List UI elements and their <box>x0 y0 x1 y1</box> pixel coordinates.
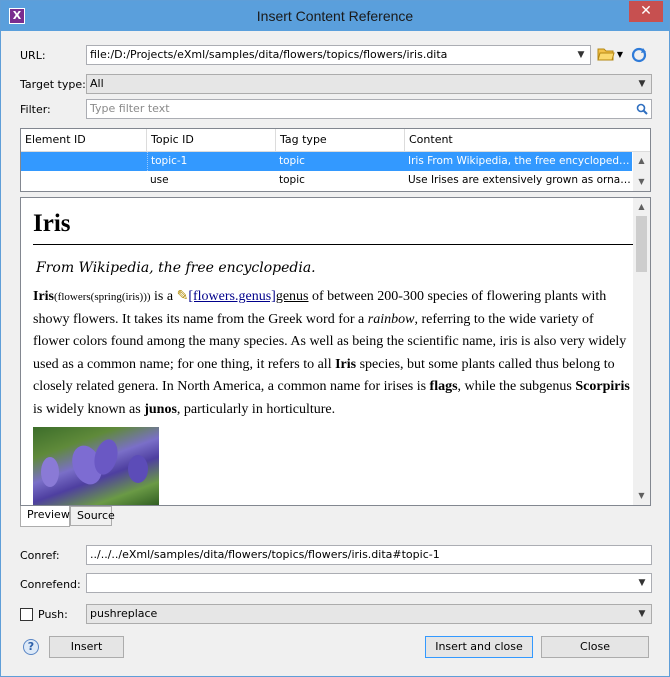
scroll-up-icon[interactable]: ▲ <box>633 152 650 169</box>
target-type-value: All <box>90 77 104 90</box>
conref-pencil-icon: ✎ <box>176 289 189 304</box>
cell-topic-id: use <box>150 174 169 186</box>
filter-input[interactable]: Type filter text <box>86 99 652 119</box>
scroll-up-icon[interactable]: ▲ <box>633 198 650 215</box>
browse-dropdown-icon[interactable]: ▼ <box>615 46 625 64</box>
conref-label: Conref: <box>20 549 60 562</box>
text-run: is widely known as <box>33 401 145 417</box>
conref-link[interactable]: [flowers.genus] <box>188 289 275 304</box>
tab-preview[interactable]: Preview <box>20 506 70 527</box>
column-header-element-id[interactable]: Element ID <box>21 129 147 151</box>
cell-topic-id: topic-1 <box>147 152 276 171</box>
insert-and-close-button[interactable]: Insert and close <box>425 636 533 658</box>
close-window-button[interactable]: ✕ <box>629 1 663 22</box>
url-combo[interactable]: file:/D:/Projects/eXml/samples/dita/flow… <box>86 45 591 65</box>
preview-title: Iris <box>33 206 633 245</box>
cell-tag-type: topic <box>279 174 305 186</box>
refresh-icon[interactable] <box>630 46 648 64</box>
chevron-down-icon[interactable]: ▼ <box>635 574 649 592</box>
genus-link[interactable]: genus <box>276 289 309 304</box>
iris-flower-image <box>33 427 159 505</box>
chevron-down-icon: ▼ <box>638 79 646 89</box>
term-iris: Iris <box>33 289 54 304</box>
text-run: , while the subgenus <box>457 379 576 394</box>
text-rainbow: rainbow <box>367 311 415 327</box>
text-run: , particularly in horticulture. <box>176 401 336 417</box>
conref-field[interactable]: ../../../eXml/samples/dita/flowers/topic… <box>86 545 652 565</box>
column-header-content[interactable]: Content <box>405 129 632 151</box>
preview-pane: Iris From Wikipedia, the free encycloped… <box>20 197 651 506</box>
dialog-window: X Insert Content Reference ✕ URL: file:/… <box>0 0 670 677</box>
cell-tag-type: topic <box>279 155 305 167</box>
table-row[interactable]: use topic Use Irises are extensively gro… <box>21 171 632 190</box>
term-iris: Iris <box>335 356 357 372</box>
preview-shortdesc: From Wikipedia, the free encyclopedia. <box>36 260 316 276</box>
insert-button[interactable]: Insert <box>49 636 124 658</box>
help-icon[interactable]: ? <box>23 639 39 655</box>
term-scorpiris: Scorpiris <box>575 379 630 394</box>
column-header-tag-type[interactable]: Tag type <box>276 129 405 151</box>
conrefend-label: Conrefend: <box>20 578 81 591</box>
title-bar: X Insert Content Reference ✕ <box>1 1 669 31</box>
preview-scrollbar[interactable]: ▲ ▼ <box>633 198 650 505</box>
push-select[interactable]: pushreplace ▼ <box>86 604 652 624</box>
column-header-topic-id[interactable]: Topic ID <box>147 129 276 151</box>
target-type-select[interactable]: All ▼ <box>86 74 652 94</box>
cell-element-id <box>21 152 147 171</box>
table-scrollbar[interactable]: ▲ ▼ <box>633 152 650 191</box>
target-type-label: Target type: <box>20 78 86 91</box>
url-value: file:/D:/Projects/eXml/samples/dita/flow… <box>90 48 448 61</box>
filter-label: Filter: <box>20 103 51 116</box>
tab-source[interactable]: Source <box>70 506 115 526</box>
term-junos: junos <box>144 401 177 417</box>
window-title: Insert Content Reference <box>256 8 414 24</box>
search-icon[interactable] <box>635 100 649 118</box>
push-label: Push: <box>38 608 68 621</box>
cell-element-id <box>21 171 147 190</box>
conrefend-combo[interactable]: ▼ <box>86 573 652 593</box>
scroll-thumb[interactable] <box>636 216 647 272</box>
table-row[interactable]: topic-1 topic Iris From Wikipedia, the f… <box>21 152 632 171</box>
term-flags: flags <box>429 379 458 394</box>
elements-table: Element ID Topic ID Tag type Content top… <box>20 128 651 192</box>
preview-paragraph: Iris(flowers(spring(iris))) is a ✎[flowe… <box>33 286 633 421</box>
chevron-down-icon[interactable]: ▼ <box>574 46 588 64</box>
url-label: URL: <box>20 49 46 62</box>
cell-content: Iris From Wikipedia, the free encycloped… <box>408 155 632 167</box>
push-checkbox[interactable] <box>20 608 33 621</box>
folder-open-icon[interactable] <box>597 46 615 64</box>
close-button[interactable]: Close <box>541 636 649 658</box>
text-run: is a <box>150 289 177 304</box>
chevron-down-icon: ▼ <box>638 609 646 619</box>
table-header: Element ID Topic ID Tag type Content <box>21 129 650 152</box>
cell-content: Use Irises are extensively grown as orna… <box>408 174 632 186</box>
scroll-down-icon[interactable]: ▼ <box>633 487 650 504</box>
scroll-down-icon[interactable]: ▼ <box>633 173 650 190</box>
push-value: pushreplace <box>90 607 158 620</box>
indexterm-text: (flowers(spring(iris))) <box>54 291 151 303</box>
filter-placeholder: Type filter text <box>90 102 170 115</box>
